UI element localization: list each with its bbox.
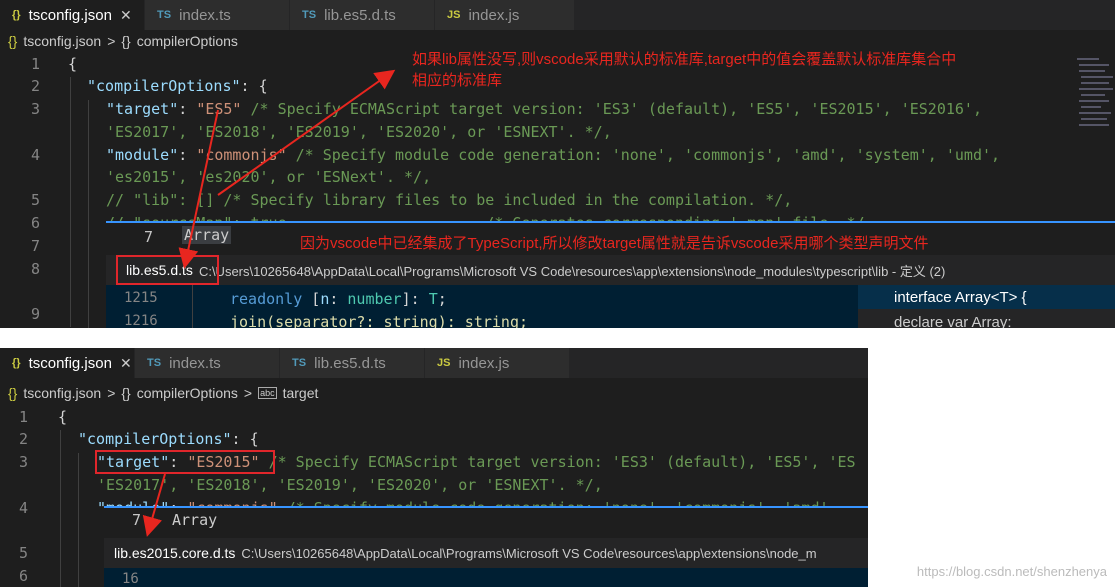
arrow (217, 69, 396, 196)
arrow (178, 109, 219, 269)
annotation-arrows (142, 473, 166, 537)
arrow (142, 473, 166, 537)
editor-screenshot-top: {} tsconfig.json ✕ TS index.ts TS lib.es… (0, 0, 1115, 328)
editor-screenshot-bottom: {} tsconfig.json ✕ TS index.ts TS lib.es… (0, 348, 868, 587)
annotation-arrows (178, 69, 396, 269)
watermark: https://blog.csdn.net/shenzhenya (916, 564, 1107, 579)
